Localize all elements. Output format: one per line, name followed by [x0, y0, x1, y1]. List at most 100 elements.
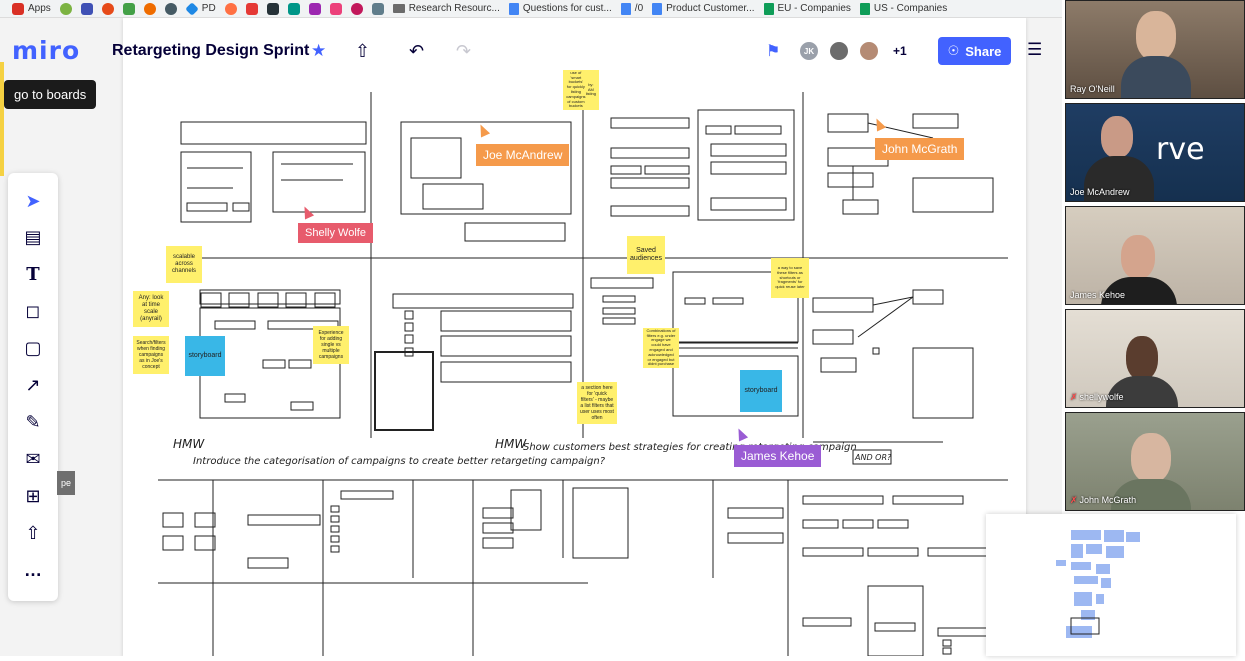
- participant-video: [1126, 336, 1158, 380]
- sticky-storyboard-2[interactable]: storyboard: [740, 370, 782, 412]
- bookmark-favicon-icon[interactable]: [329, 2, 342, 15]
- sticky-combinations[interactable]: Combinations of filters e.g. under engag…: [643, 328, 679, 368]
- upload-tool-icon[interactable]: ⇧: [21, 521, 45, 545]
- more-tools-icon[interactable]: …: [21, 558, 45, 582]
- sticky-saved-audiences[interactable]: Saved audiences: [627, 236, 665, 274]
- bookmark-favicon-icon[interactable]: [122, 2, 135, 15]
- bookmark-favicon-icon[interactable]: [164, 2, 177, 15]
- bookmarks-bar: Apps PD Research Resourc... Questions fo…: [0, 0, 1062, 18]
- participant-name: ✗ shellywolfe: [1070, 392, 1124, 402]
- sticky-search-filters[interactable]: Search/filters when finding campaigns as…: [133, 336, 169, 374]
- bookmark-favicon-icon[interactable]: [350, 2, 363, 15]
- cursor-tag-james: James Kehoe: [734, 445, 822, 467]
- templates-tool-icon[interactable]: ▤: [21, 225, 45, 249]
- text-tool-icon[interactable]: T: [21, 262, 45, 286]
- comment-tool-icon[interactable]: ✉: [21, 447, 45, 471]
- more-collaborators-count[interactable]: +1: [893, 44, 907, 58]
- sheet-icon: [859, 2, 870, 15]
- and-or-label: AND OR?: [854, 453, 892, 462]
- bookmark-favicon-icon[interactable]: [245, 2, 258, 15]
- bookmark-pd[interactable]: PD: [185, 1, 216, 16]
- bookmark-favicon-icon[interactable]: [266, 2, 279, 15]
- participant-video: [1101, 116, 1133, 158]
- connection-line-tool-icon[interactable]: ↗: [21, 373, 45, 397]
- participant-tile[interactable]: James Kehoe: [1065, 206, 1245, 305]
- miro-logo[interactable]: miro: [12, 36, 80, 65]
- participant-name: Joe McAndrew: [1070, 187, 1130, 197]
- bookmark-favicon-icon[interactable]: [101, 2, 114, 15]
- shape-tool-icon[interactable]: ▢: [21, 336, 45, 360]
- doc-icon: [508, 2, 519, 15]
- apps-grid-icon: [12, 2, 24, 15]
- cursor-tag-shelly: Shelly Wolfe: [298, 223, 373, 243]
- doc-icon: [652, 2, 663, 15]
- bookmark-zero[interactable]: /0: [620, 2, 643, 15]
- board-title[interactable]: Retargeting Design Sprint: [112, 42, 309, 60]
- sticky-timescale[interactable]: Any: look at time scale (anyrail): [133, 291, 169, 327]
- cursor-tag-john: John McGrath: [875, 138, 965, 160]
- bookmark-research[interactable]: Research Resourc...: [392, 3, 500, 14]
- bookmark-favicon-icon[interactable]: [371, 2, 384, 15]
- redo-icon[interactable]: ↷: [456, 41, 471, 62]
- pen-tool-icon[interactable]: ✎: [21, 410, 45, 434]
- frame-tool-icon[interactable]: ⊞: [21, 484, 45, 508]
- participant-tile[interactable]: ✗ shellywolfe: [1065, 309, 1245, 408]
- sticky-scalable[interactable]: scalable across channels: [166, 246, 202, 283]
- attention-management-icon[interactable]: ⚑: [766, 41, 780, 61]
- sticky-note-tool-icon[interactable]: ◻: [21, 299, 45, 323]
- minimap-preview: [1056, 530, 1140, 638]
- bookmark-product-customer[interactable]: Product Customer...: [652, 2, 755, 15]
- wireframe-sketches: HMW Introduce the categorisation of camp…: [158, 92, 1008, 656]
- participant-tile[interactable]: ✗ John McGrath: [1065, 412, 1245, 511]
- people-icon: ☉: [947, 43, 960, 58]
- sheet-icon: [763, 2, 774, 15]
- board-minimap[interactable]: [986, 514, 1236, 656]
- sticky-storyboard-1[interactable]: storyboard: [185, 336, 225, 376]
- bookmark-favicon-icon[interactable]: [143, 2, 156, 15]
- bookmark-eu-companies[interactable]: EU - Companies: [763, 2, 851, 15]
- sticky-fragments[interactable]: a way to save these filters as shortcuts…: [771, 258, 809, 298]
- avatar[interactable]: [858, 40, 880, 62]
- undo-icon[interactable]: ↶: [409, 41, 424, 62]
- sticky-quick-filters[interactable]: a section here for 'quick filters' - may…: [577, 382, 617, 424]
- participant-tile[interactable]: Ray O'Neill: [1065, 0, 1245, 99]
- bookmark-favicon-icon[interactable]: [80, 2, 93, 15]
- creation-toolbar: ➤ ▤ T ◻ ▢ ↗ ✎ ✉ ⊞ ⇧ …: [8, 173, 58, 601]
- bookmark-favicon-icon[interactable]: [59, 2, 72, 15]
- folder-icon: [392, 4, 405, 13]
- rocket-icon[interactable]: [224, 2, 237, 15]
- participant-video: [1131, 433, 1171, 483]
- bookmark-favicon-icon[interactable]: [287, 2, 300, 15]
- doc-icon: [620, 2, 631, 15]
- star-icon[interactable]: ★: [311, 41, 326, 61]
- bookmark-apps[interactable]: Apps: [12, 2, 51, 15]
- sticky-smart-buckets[interactable]: use of 'smart buckets' for quickly listi…: [563, 70, 599, 110]
- participant-name: Ray O'Neill: [1070, 84, 1115, 94]
- mic-muted-icon: ✗: [1070, 495, 1078, 505]
- wall-logo: rve: [1156, 132, 1205, 167]
- avatar-jk[interactable]: JK: [798, 40, 820, 62]
- cursor-tag-joe: Joe McAndrew: [476, 144, 570, 166]
- go-to-boards-tooltip: go to boards: [4, 80, 97, 109]
- hmw-left-prefix: HMW: [173, 437, 205, 451]
- board-canvas[interactable]: HMW Introduce the categorisation of camp…: [0, 18, 1062, 656]
- bookmark-favicon-icon[interactable]: [308, 2, 321, 15]
- participant-tile[interactable]: rve Joe McAndrew: [1065, 103, 1245, 202]
- bookmark-questions[interactable]: Questions for cust...: [508, 2, 612, 15]
- mic-muted-icon: ✗: [1070, 392, 1078, 402]
- participant-name: ✗ John McGrath: [1070, 495, 1137, 505]
- select-tool-icon[interactable]: ➤: [21, 189, 45, 213]
- bookmark-us-companies[interactable]: US - Companies: [859, 2, 947, 15]
- participant-video: [1121, 235, 1155, 279]
- settings-sliders-icon[interactable]: ☰: [1027, 40, 1042, 60]
- sticky-experience[interactable]: Experience for adding single vs multiple…: [313, 326, 349, 364]
- offscreen-label: pe: [57, 471, 75, 495]
- diamond-icon: [185, 1, 199, 16]
- share-button[interactable]: ☉ Share: [938, 37, 1011, 65]
- left-frame-accent: [0, 62, 4, 176]
- hmw-left-heading: Introduce the categorisation of campaign…: [193, 456, 606, 467]
- participant-name: James Kehoe: [1070, 290, 1126, 300]
- sketch-area[interactable]: HMW Introduce the categorisation of camp…: [123, 18, 1026, 656]
- export-icon[interactable]: ⇧: [355, 41, 370, 62]
- avatar[interactable]: [828, 40, 850, 62]
